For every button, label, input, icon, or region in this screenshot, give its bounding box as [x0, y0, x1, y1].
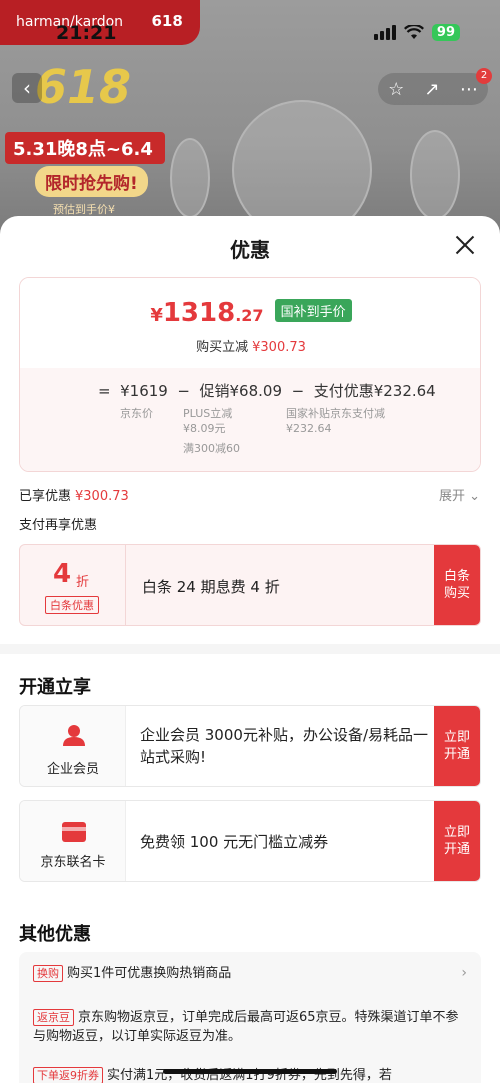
formula-eq: = [98, 382, 111, 400]
offer-tag: 返京豆 [33, 1009, 74, 1026]
reduce-label: 购买立减 [196, 340, 249, 355]
home-indicator [163, 1069, 337, 1074]
price-top: ¥1318.27 国补到手价 购买立减 ¥300.73 [20, 278, 480, 368]
btn-line: 立即 [443, 825, 470, 840]
promo-sub-3: 满300减60 [183, 442, 240, 455]
reduce-value: ¥300.73 [252, 340, 306, 355]
btn-line: 开通 [443, 747, 470, 762]
card-label: 京东联名卡 [40, 855, 106, 870]
price-formula: = ¥1619 − 促销¥68.09 − 支付优惠¥232.64 京东价 PLU… [20, 368, 480, 471]
promo-estimate: 预估到手价¥ [53, 203, 115, 216]
sheet-title: 优惠 [230, 238, 270, 262]
baitiao-tag: 白条优惠 [45, 596, 99, 614]
section-divider [0, 644, 500, 654]
open-now-button[interactable]: 立即 开通 [434, 706, 480, 786]
member-icon-cell: 企业会员 [20, 706, 126, 786]
card-text: 免费领 100 元无门槛立减券 [140, 833, 329, 851]
final-price: ¥1318.27 国补到手价 [20, 298, 480, 328]
formula-minus: − [291, 382, 305, 400]
share-icon[interactable]: ↗ [425, 79, 440, 100]
speaker-right-image [410, 130, 460, 220]
member-label: 企业会员 [46, 762, 99, 777]
person-icon [63, 725, 85, 746]
list-item[interactable]: 换购 购买1件可优惠换购热销商品 [33, 964, 463, 983]
star-icon[interactable]: ☆ [388, 79, 404, 100]
formula-base: ¥1619 [120, 382, 168, 400]
btn-line: 白条 [443, 569, 470, 584]
offer-text: 购买1件可优惠换购热销商品 [67, 966, 232, 981]
open-now-button[interactable]: 立即 开通 [434, 801, 480, 881]
expand-button[interactable]: 展开 ⌄ [439, 485, 480, 504]
btn-line: 购买 [443, 586, 470, 601]
base-label: 京东价 [120, 407, 153, 420]
signal-icon [373, 25, 396, 40]
gov-subsidy-tag: 国补到手价 [274, 299, 352, 322]
status-time: 21:21 [56, 22, 117, 44]
top-actions: ☆ ↗ ⋯ [378, 73, 488, 105]
card-icon-cell: 京东联名卡 [20, 801, 126, 881]
enjoyed-label: 已享优惠 [19, 489, 72, 504]
speaker-left-image [170, 138, 210, 218]
formula-pay: 支付优惠¥232.64 [313, 382, 436, 400]
pay-extra-heading: 支付再享优惠 [19, 518, 98, 533]
enjoyed-discount: 已享优惠 ¥300.73 [19, 485, 129, 504]
formula-minus: − [177, 382, 190, 400]
brand-618: 618 [151, 12, 183, 30]
product-backdrop: harman/kardon 618 21:21 99 618 5.31晚8点~6… [0, 0, 500, 240]
list-item: 返京豆 京东购物返京豆，订单完成后最高可返65京豆。特殊渠道订单不参与购物返豆，以… [33, 1008, 463, 1046]
btn-line: 立即 [443, 730, 470, 745]
offer-text: 京东购物返京豆，订单完成后最高可返65京豆。特殊渠道订单不参与购物返豆，以订单实… [33, 1010, 459, 1044]
wifi-icon [403, 25, 424, 39]
btn-line: 开通 [443, 842, 470, 857]
open-section-title: 开通立享 [19, 677, 91, 698]
discount-sheet: 优惠 ¥1318.27 国补到手价 购买立减 ¥300.73 = ¥1619 − … [0, 216, 500, 1083]
promo-rush: 限时抢先购! [35, 166, 148, 197]
promo-date: 5.31晚8点~6.4 [5, 132, 165, 164]
offer-tag: 换购 [33, 965, 63, 982]
offer-tag: 下单返9折券 [33, 1067, 103, 1083]
other-section-title: 其他优惠 [19, 924, 91, 945]
close-icon[interactable] [452, 232, 478, 258]
jd-card-card[interactable]: 京东联名卡 免费领 100 元无门槛立减券 立即开通 [19, 800, 481, 882]
chevron-down-icon: ⌄ [469, 489, 480, 504]
other-offers-list: 换购 购买1件可优惠换购热销商品 › 返京豆 京东购物返京豆，订单完成后最高可返65… [19, 952, 481, 1083]
baitiao-text: 白条 24 期息费 4 折 [142, 578, 280, 596]
battery-indicator: 99 [431, 24, 460, 41]
promo-618: 618 [35, 60, 132, 114]
promo-sub-1: PLUS立减 [183, 407, 233, 420]
baitiao-badge: 4 折 白条优惠 [20, 545, 126, 625]
credit-card-icon [62, 822, 86, 842]
enterprise-member-card[interactable]: 企业会员 企业会员 3000元补贴，办公设备/易耗品一站式采购! 立即开通 [19, 705, 481, 787]
pay-sub-1: 国家补贴京东支付减 [286, 407, 385, 420]
promo-sub-2: ¥8.09元 [183, 422, 226, 435]
pay-sub-2: ¥232.64 [286, 422, 332, 435]
notification-badge: 2 [476, 68, 492, 84]
member-text: 企业会员 3000元补贴，办公设备/易耗品一站式采购! [140, 726, 428, 766]
enjoyed-value: ¥300.73 [75, 489, 129, 504]
formula-promo: 促销¥68.09 [199, 382, 283, 400]
price-symbol: ¥ [150, 305, 163, 326]
baitiao-offer[interactable]: 4 折 白条优惠 白条 24 期息费 4 折 白条购买 [19, 544, 481, 626]
chevron-right-icon[interactable]: › [461, 965, 467, 981]
more-icon[interactable]: ⋯ [460, 79, 478, 100]
expand-label: 展开 [438, 489, 465, 504]
formula-line: = ¥1619 − 促销¥68.09 − 支付优惠¥232.64 [98, 380, 436, 401]
back-button[interactable]: ‹ [12, 73, 42, 103]
reduce-row: 购买立减 ¥300.73 [20, 336, 480, 355]
baitiao-num: 4 [53, 559, 72, 589]
price-breakdown-card: ¥1318.27 国补到手价 购买立减 ¥300.73 = ¥1619 − 促销¥… [19, 277, 481, 472]
baitiao-buy-button[interactable]: 白条 购买 [434, 545, 480, 625]
status-icons: 99 [373, 24, 460, 41]
price-decimal: .27 [235, 306, 264, 325]
price-integer: 1318 [162, 298, 236, 328]
baitiao-zhe: 折 [76, 575, 90, 590]
